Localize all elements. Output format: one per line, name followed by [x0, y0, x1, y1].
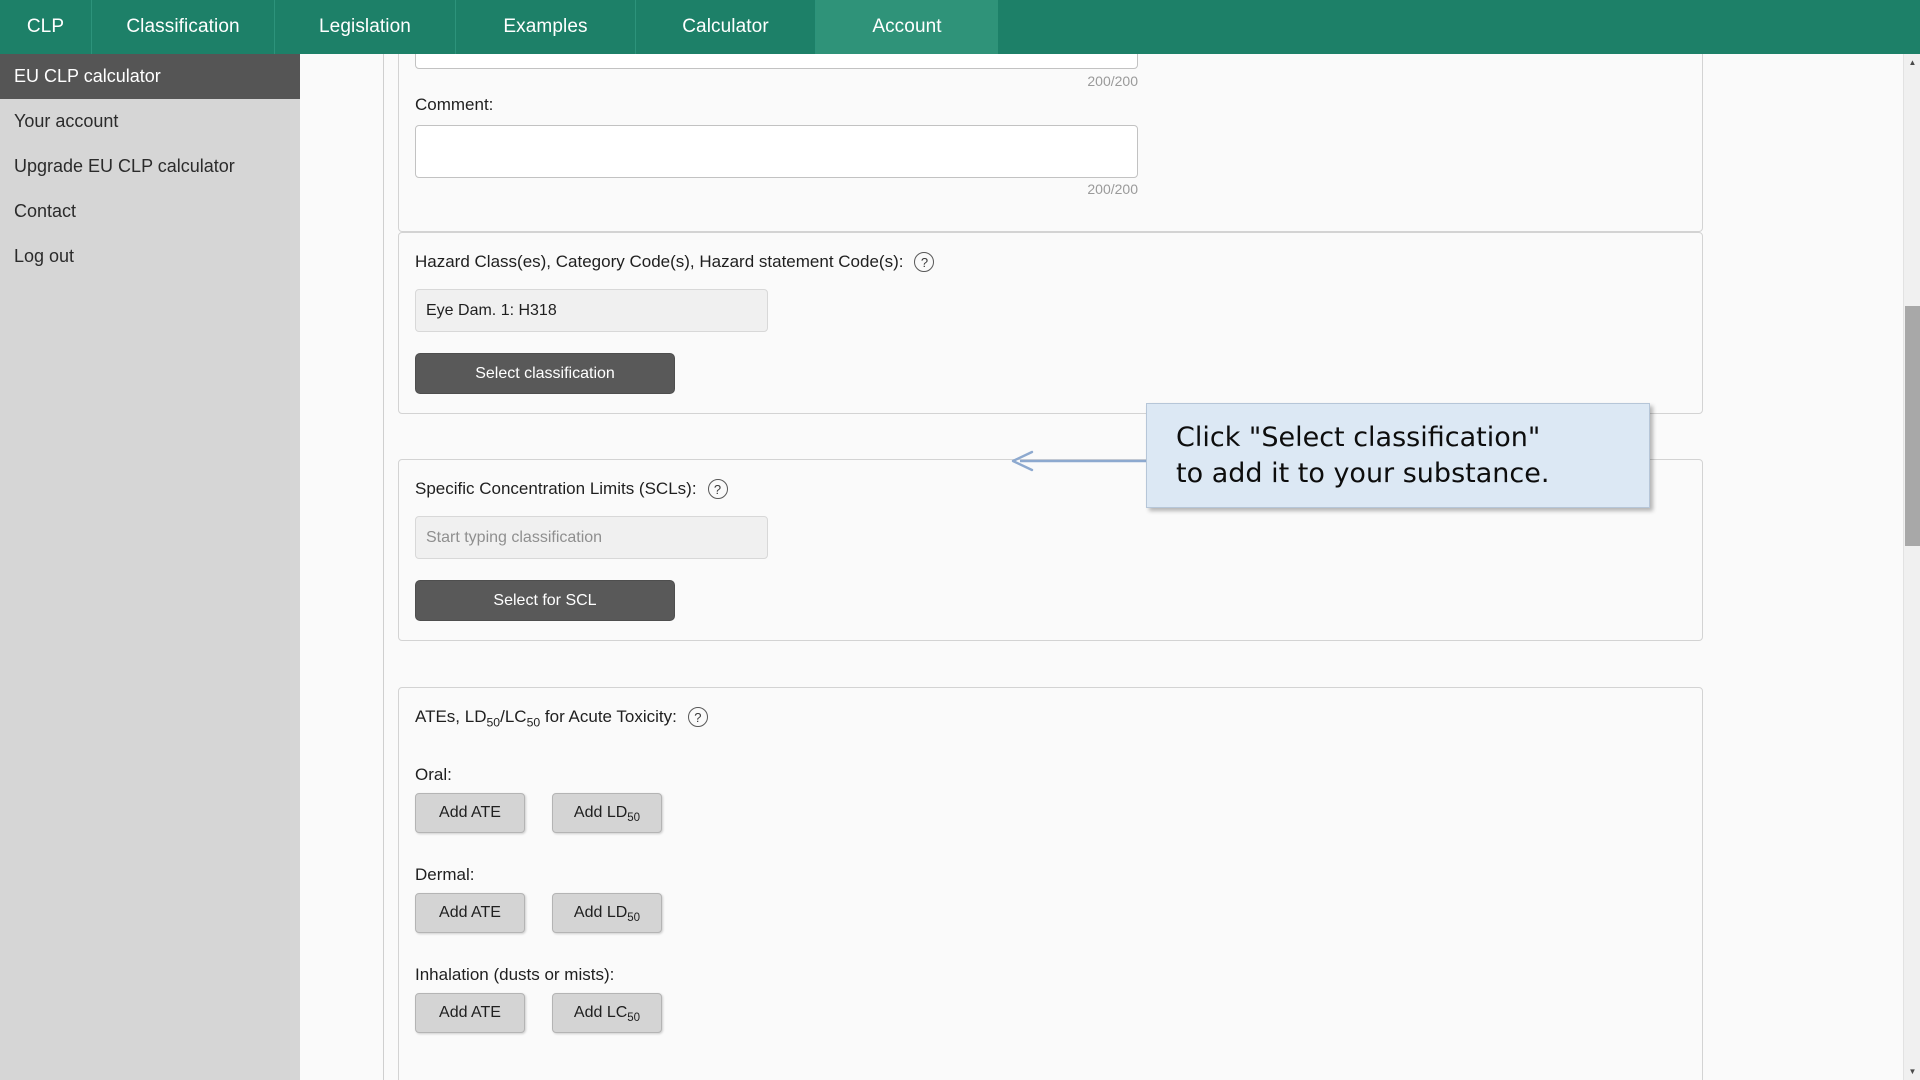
select-for-scl-button[interactable]: Select for SCL	[415, 580, 675, 621]
scrollbar-thumb[interactable]	[1905, 306, 1920, 546]
nav-label-examples: Examples	[503, 16, 588, 37]
add-ate-label-oral: Add ATE	[439, 804, 501, 821]
nav-item-classification[interactable]: Classification	[92, 0, 275, 54]
sidebar-item-eu-clp-calculator[interactable]: EU CLP calculator	[0, 54, 300, 99]
previous-field-textarea[interactable]	[415, 54, 1138, 69]
nav-label-classification: Classification	[126, 16, 240, 37]
page-scrollbar[interactable]: ▲ ▼	[1903, 54, 1920, 1080]
nav-label-clp: CLP	[26, 16, 65, 37]
sidebar-item-log-out[interactable]: Log out	[0, 234, 300, 279]
sidebar-label-eu-clp-calculator: EU CLP calculator	[14, 66, 161, 86]
instruction-callout: Click "Select classification" to add it …	[1146, 403, 1650, 508]
hazard-class-label: Hazard Class(es), Category Code(s), Haza…	[415, 252, 904, 271]
add-ld50-prefix-oral: Add LD	[573, 804, 628, 821]
select-classification-label: Select classification	[475, 364, 615, 382]
ate-route-label-oral: Oral:	[415, 765, 452, 784]
callout-line-2: to add it to your substance.	[1176, 457, 1550, 489]
ate-label-prefix: ATEs, LD	[415, 707, 487, 726]
ate-label-sub-1: 50	[486, 715, 501, 730]
select-classification-button[interactable]: Select classification	[415, 353, 675, 394]
comment-label: Comment:	[415, 95, 494, 114]
callout-arrow-icon	[1011, 450, 1146, 472]
scrollbar-up-glyph: ▲	[1908, 58, 1917, 67]
sidebar-label-your-account: Your account	[14, 111, 119, 131]
add-ate-button-inhalation[interactable]: Add ATE	[415, 993, 525, 1033]
add-lc50-label-inhalation: Add LC50	[573, 1004, 641, 1025]
comment-card: 200/200 Comment: 200/200	[398, 54, 1703, 232]
nav-label-calculator: Calculator	[682, 16, 769, 37]
add-ld50-button-oral[interactable]: Add LD50	[552, 793, 662, 833]
ate-label-suffix: for Acute Toxicity:	[540, 707, 677, 726]
ate-label-mid: /LC	[500, 707, 527, 726]
help-icon-ate[interactable]: ?	[687, 707, 708, 727]
nav-item-account[interactable]: Account	[816, 0, 998, 54]
add-lc50-prefix-inhalation: Add LC	[573, 1004, 628, 1021]
add-ld50-sub-oral: 50	[627, 812, 641, 825]
sidebar-label-contact: Contact	[14, 201, 77, 221]
ate-route-label-dermal: Dermal:	[415, 865, 475, 884]
help-icon-scl[interactable]: ?	[707, 479, 728, 499]
hazard-class-value-input[interactable]	[415, 289, 768, 332]
callout-line-1: Click "Select classification"	[1176, 421, 1541, 453]
add-ld50-sub-dermal: 50	[627, 912, 641, 925]
scrollbar-down-glyph: ▼	[1908, 1067, 1917, 1076]
previous-field-counter: 200/200	[1087, 73, 1138, 89]
sidebar-item-upgrade[interactable]: Upgrade EU CLP calculator	[0, 144, 300, 189]
add-ate-button-dermal[interactable]: Add ATE	[415, 893, 525, 933]
sidebar: EU CLP calculator Your account Upgrade E…	[0, 54, 300, 1080]
scl-label: Specific Concentration Limits (SCLs):	[415, 479, 697, 498]
nav-item-calculator[interactable]: Calculator	[636, 0, 816, 54]
nav-label-account: Account	[872, 16, 942, 37]
add-ate-button-oral[interactable]: Add ATE	[415, 793, 525, 833]
main-content-area: 200/200 Comment: 200/200 Hazard Class(es…	[300, 54, 1904, 1080]
add-ld50-label-dermal: Add LD50	[573, 904, 641, 925]
content-divider	[383, 54, 384, 1080]
scrollbar-down-arrow-icon[interactable]: ▼	[1904, 1063, 1920, 1080]
select-for-scl-label: Select for SCL	[493, 591, 597, 609]
add-ld50-prefix-dermal: Add LD	[573, 904, 628, 921]
scl-search-input[interactable]	[415, 516, 768, 559]
nav-item-examples[interactable]: Examples	[456, 0, 636, 54]
scrollbar-up-arrow-icon[interactable]: ▲	[1904, 54, 1920, 71]
hazard-class-card: Hazard Class(es), Category Code(s), Haza…	[398, 232, 1703, 414]
help-icon-hazard-class[interactable]: ?	[914, 252, 935, 272]
sidebar-label-upgrade: Upgrade EU CLP calculator	[14, 156, 235, 176]
ate-card: ATEs, LD50/LC50 for Acute Toxicity: ? Or…	[398, 687, 1703, 1080]
nav-item-clp[interactable]: CLP	[0, 0, 92, 54]
top-navigation-bar: CLP Classification Legislation Examples …	[0, 0, 1920, 54]
comment-counter: 200/200	[1087, 181, 1138, 197]
nav-label-legislation: Legislation	[319, 16, 411, 37]
sidebar-label-log-out: Log out	[14, 246, 75, 266]
add-lc50-sub-inhalation: 50	[627, 1012, 641, 1025]
add-ld50-label-oral: Add LD50	[573, 804, 641, 825]
ate-label-sub-2: 50	[526, 715, 541, 730]
nav-item-legislation[interactable]: Legislation	[275, 0, 456, 54]
add-ate-label-inhalation: Add ATE	[439, 1004, 501, 1021]
sidebar-item-your-account[interactable]: Your account	[0, 99, 300, 144]
comment-textarea[interactable]	[415, 125, 1138, 178]
sidebar-item-contact[interactable]: Contact	[0, 189, 300, 234]
add-ld50-button-dermal[interactable]: Add LD50	[552, 893, 662, 933]
ate-route-label-inhalation: Inhalation (dusts or mists):	[415, 965, 615, 984]
ate-label: ATEs, LD50/LC50 for Acute Toxicity:	[415, 707, 677, 730]
add-ate-label-dermal: Add ATE	[439, 904, 501, 921]
add-lc50-button-inhalation[interactable]: Add LC50	[552, 993, 662, 1033]
